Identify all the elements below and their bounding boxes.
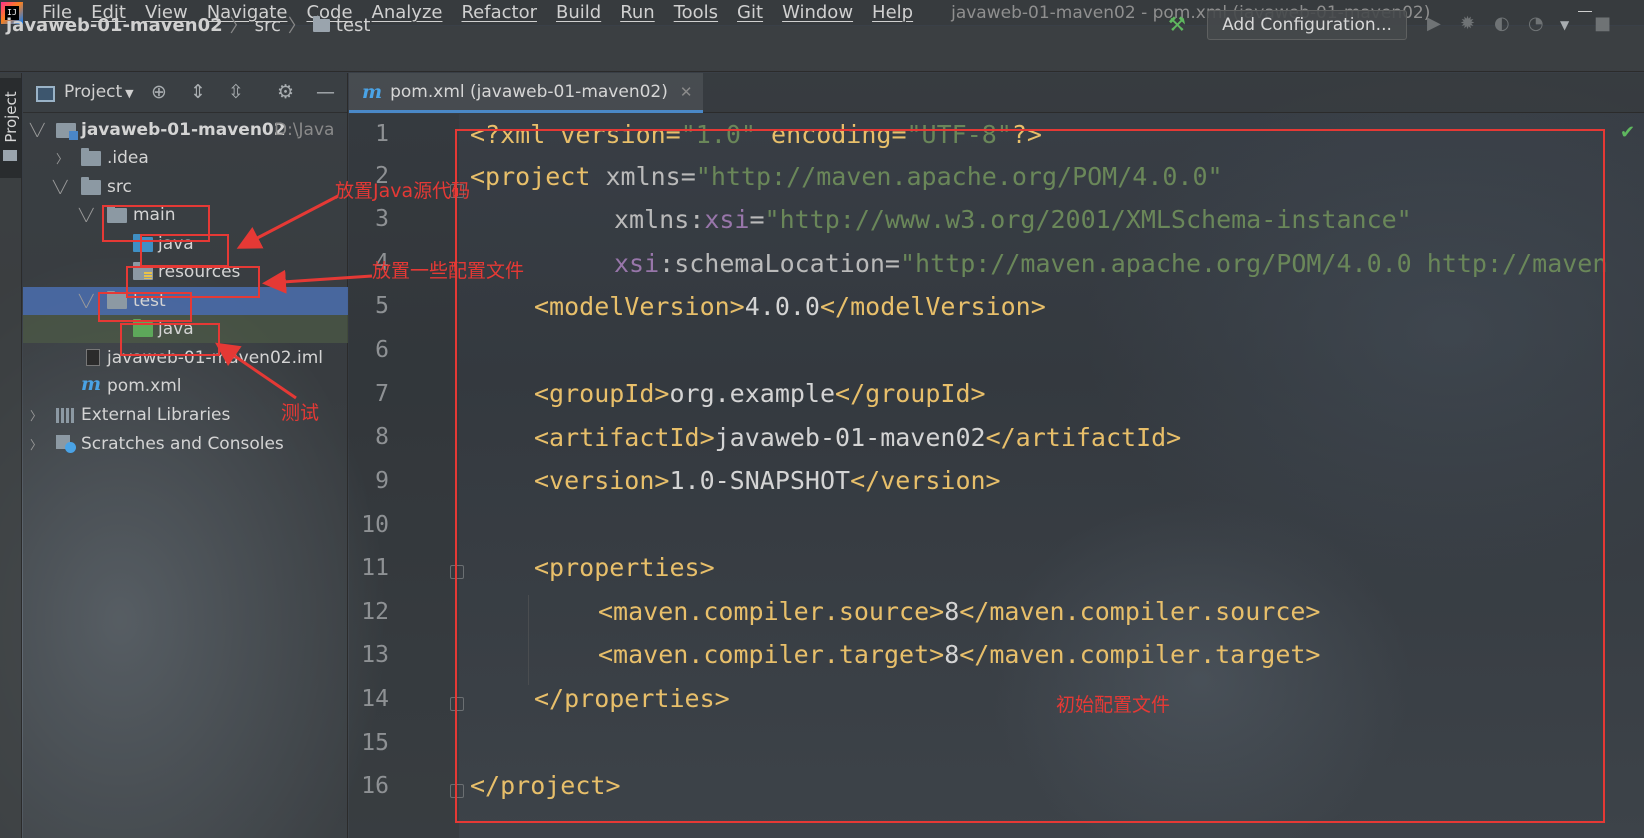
annotation-arrows	[215, 194, 373, 400]
annotation-arrow-source	[236, 194, 339, 249]
annotation-arrow-test	[215, 342, 297, 400]
annotation-arrow-config	[262, 269, 373, 294]
